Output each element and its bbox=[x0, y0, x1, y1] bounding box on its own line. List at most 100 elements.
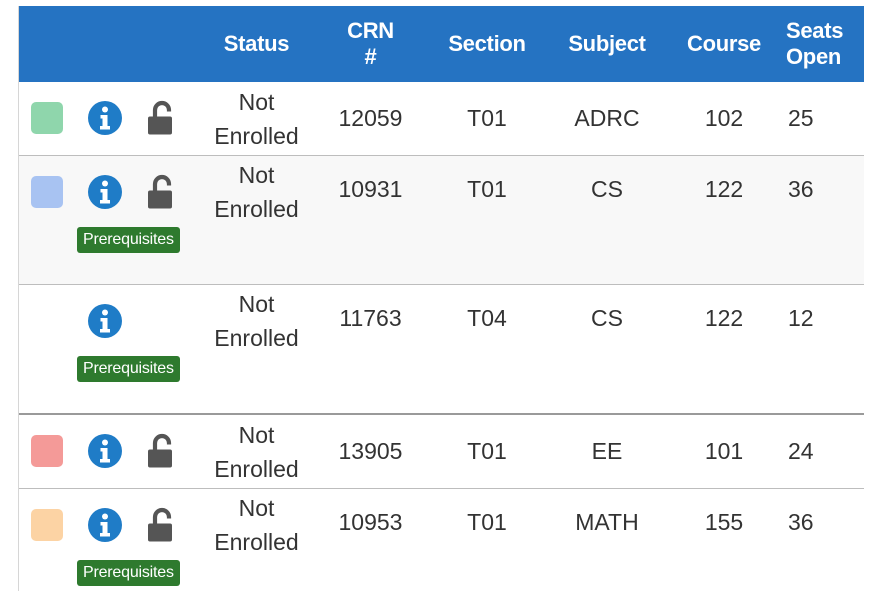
subject-cell: EE bbox=[542, 414, 672, 489]
row-icons bbox=[19, 433, 204, 469]
status-text: Not Enrolled bbox=[214, 491, 298, 559]
table-row[interactable]: Prerequisites Not Enrolled 10953 T01 MATH 155 3… bbox=[19, 488, 864, 591]
seats-open-value: 24 bbox=[788, 438, 814, 464]
column-header-crn[interactable]: CRN # bbox=[309, 6, 432, 82]
seats-open-value: 25 bbox=[788, 105, 814, 131]
column-header-status[interactable]: Status bbox=[204, 6, 309, 82]
crn-value: 13905 bbox=[338, 438, 403, 464]
crn-cell: 10953 bbox=[309, 488, 432, 591]
seats-open-cell: 12 bbox=[776, 284, 864, 415]
status-line-1: Not bbox=[238, 291, 275, 317]
crn-value: 10931 bbox=[338, 176, 403, 202]
subject-value: CS bbox=[591, 305, 623, 331]
row-actions-cell bbox=[19, 414, 204, 489]
unlocked-padlock-icon[interactable] bbox=[147, 174, 177, 210]
crn-value: 12059 bbox=[338, 105, 403, 131]
status-line-2: Enrolled bbox=[214, 122, 299, 149]
course-value: 155 bbox=[704, 509, 744, 535]
row-icons bbox=[19, 174, 204, 210]
crn-cell: 10931 bbox=[309, 155, 432, 285]
column-header-open-label: Open bbox=[786, 44, 842, 69]
subject-cell: ADRC bbox=[542, 82, 672, 156]
course-table-panel: Status CRN # Section Subject Course Seat… bbox=[18, 6, 864, 591]
subject-cell: MATH bbox=[542, 488, 672, 591]
column-header-seats-open[interactable]: Seats Open bbox=[776, 6, 864, 82]
table-row[interactable]: Prerequisites Not Enrolled 11763 T04 CS 122 12 bbox=[19, 284, 864, 415]
section-value: T01 bbox=[467, 438, 507, 464]
section-cell: T01 bbox=[432, 414, 542, 489]
course-cell: 155 bbox=[672, 488, 776, 591]
row-actions-cell: Prerequisites bbox=[19, 488, 204, 591]
status-cell: Not Enrolled bbox=[204, 284, 309, 415]
prerequisites-badge[interactable]: Prerequisites bbox=[77, 560, 180, 586]
column-header-crn-label: CRN bbox=[347, 18, 394, 43]
course-color-swatch[interactable] bbox=[31, 176, 63, 208]
status-line-2: Enrolled bbox=[214, 529, 299, 555]
status-line-1: Not bbox=[238, 88, 275, 115]
info-circle-icon[interactable] bbox=[87, 100, 123, 136]
column-header-status-label: Status bbox=[223, 31, 290, 56]
table-row[interactable]: Prerequisites Not Enrolled 10931 T01 CS 122 36 bbox=[19, 155, 864, 285]
seats-open-cell: 25 bbox=[776, 82, 864, 156]
section-cell: T04 bbox=[432, 284, 542, 415]
course-color-swatch[interactable] bbox=[31, 305, 63, 337]
column-header-section-label: Section bbox=[448, 31, 526, 56]
seats-open-cell: 36 bbox=[776, 155, 864, 285]
course-value: 102 bbox=[704, 105, 744, 131]
course-cell: 122 bbox=[672, 155, 776, 285]
course-cell: 122 bbox=[672, 284, 776, 415]
row-actions-cell: Prerequisites bbox=[19, 155, 204, 285]
subject-value: CS bbox=[591, 176, 623, 202]
subject-cell: CS bbox=[542, 284, 672, 415]
status-line-2: Enrolled bbox=[214, 455, 299, 482]
seats-open-cell: 24 bbox=[776, 414, 864, 489]
course-rows: Not Enrolled 12059 T01 ADRC 102 25 Prerequisite… bbox=[19, 82, 864, 591]
row-actions-cell: Prerequisites bbox=[19, 284, 204, 415]
unlocked-padlock-icon[interactable] bbox=[147, 507, 177, 543]
crn-value: 11763 bbox=[339, 305, 402, 331]
section-value: T04 bbox=[467, 305, 507, 331]
table-header-row: Status CRN # Section Subject Course Seat… bbox=[19, 6, 864, 82]
info-circle-icon[interactable] bbox=[87, 433, 123, 469]
status-cell: Not Enrolled bbox=[204, 414, 309, 489]
column-header-seats-label: Seats bbox=[786, 18, 844, 43]
column-header-course[interactable]: Course bbox=[672, 6, 776, 82]
course-color-swatch[interactable] bbox=[31, 435, 63, 467]
seats-open-cell: 36 bbox=[776, 488, 864, 591]
section-cell: T01 bbox=[432, 82, 542, 156]
course-color-swatch[interactable] bbox=[31, 102, 63, 134]
table-row[interactable]: Not Enrolled 12059 T01 ADRC 102 25 bbox=[19, 82, 864, 156]
section-cell: T01 bbox=[432, 488, 542, 591]
unlocked-padlock-icon[interactable] bbox=[147, 100, 177, 136]
course-cell: 102 bbox=[672, 82, 776, 156]
column-header-subject[interactable]: Subject bbox=[542, 6, 672, 82]
status-cell: Not Enrolled bbox=[204, 488, 309, 591]
section-value: T01 bbox=[467, 176, 507, 202]
column-header-crn-hash: # bbox=[364, 44, 377, 69]
info-circle-icon[interactable] bbox=[87, 303, 123, 339]
subject-value: ADRC bbox=[574, 105, 640, 131]
column-header-actions bbox=[19, 6, 204, 82]
subject-value: EE bbox=[591, 438, 623, 464]
column-header-subject-label: Subject bbox=[568, 31, 646, 56]
row-actions-cell bbox=[19, 82, 204, 156]
status-line-1: Not bbox=[238, 495, 275, 521]
info-circle-icon[interactable] bbox=[87, 174, 123, 210]
section-cell: T01 bbox=[432, 155, 542, 285]
crn-value: 10953 bbox=[338, 509, 403, 535]
table-row[interactable]: Not Enrolled 13905 T01 EE 101 24 bbox=[19, 414, 864, 489]
column-header-section[interactable]: Section bbox=[432, 6, 542, 82]
prerequisites-badge[interactable]: Prerequisites bbox=[77, 356, 180, 382]
seats-open-value: 12 bbox=[788, 305, 814, 331]
section-value: T01 bbox=[467, 509, 507, 535]
course-table: Status CRN # Section Subject Course Seat… bbox=[19, 6, 864, 591]
course-color-swatch[interactable] bbox=[31, 509, 63, 541]
prerequisites-badge[interactable]: Prerequisites bbox=[77, 227, 180, 253]
subject-value: MATH bbox=[575, 509, 639, 535]
unlocked-padlock-icon[interactable] bbox=[147, 433, 177, 469]
crn-cell: 12059 bbox=[309, 82, 432, 156]
info-circle-icon[interactable] bbox=[87, 507, 123, 543]
status-text: Not Enrolled bbox=[214, 287, 298, 355]
status-line-2: Enrolled bbox=[214, 325, 299, 351]
course-cell: 101 bbox=[672, 414, 776, 489]
